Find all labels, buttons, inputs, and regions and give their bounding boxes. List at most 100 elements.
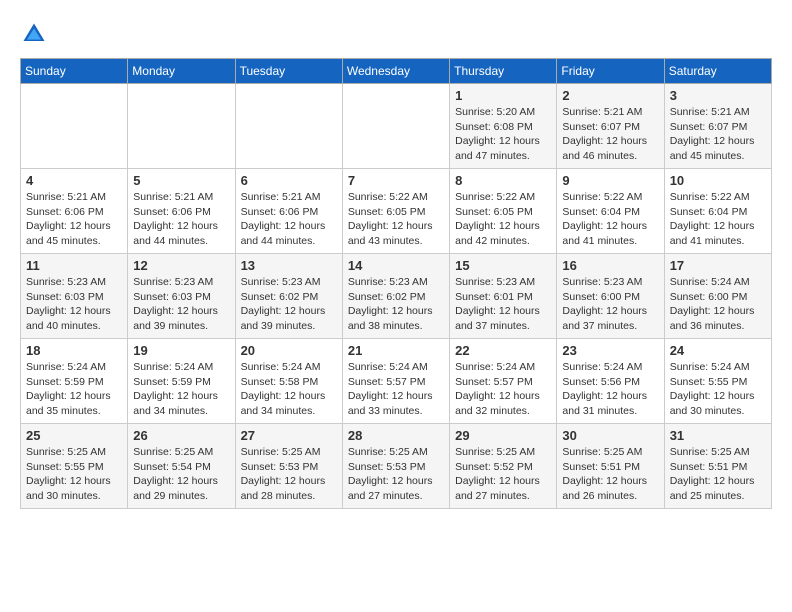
page-header bbox=[20, 20, 772, 48]
day-number: 8 bbox=[455, 173, 551, 188]
calendar-cell: 12 Sunrise: 5:23 AMSunset: 6:03 PMDayligh… bbox=[128, 254, 235, 339]
day-number: 11 bbox=[26, 258, 122, 273]
day-info: Sunrise: 5:23 AMSunset: 6:02 PMDaylight:… bbox=[348, 275, 444, 334]
day-info: Sunrise: 5:21 AMSunset: 6:06 PMDaylight:… bbox=[26, 190, 122, 249]
day-info: Sunrise: 5:25 AMSunset: 5:53 PMDaylight:… bbox=[348, 445, 444, 504]
calendar-cell: 18Sunrise: 5:24 AMSunset: 5:59 PMDayligh… bbox=[21, 339, 128, 424]
calendar-cell: 19 Sunrise: 5:24 AMSunset: 5:59 PMDayligh… bbox=[128, 339, 235, 424]
calendar-cell: 24 Sunrise: 5:24 AMSunset: 5:55 PMDayligh… bbox=[664, 339, 771, 424]
calendar-cell: 9 Sunrise: 5:22 AMSunset: 6:04 PMDaylight… bbox=[557, 169, 664, 254]
day-info: Sunrise: 5:21 AMSunset: 6:06 PMDaylight:… bbox=[241, 190, 337, 249]
day-number: 28 bbox=[348, 428, 444, 443]
day-number: 7 bbox=[348, 173, 444, 188]
day-number: 1 bbox=[455, 88, 551, 103]
calendar-cell: 7 Sunrise: 5:22 AMSunset: 6:05 PMDaylight… bbox=[342, 169, 449, 254]
day-number: 4 bbox=[26, 173, 122, 188]
calendar-cell: 1 Sunrise: 5:20 AMSunset: 6:08 PMDaylight… bbox=[450, 84, 557, 169]
day-info: Sunrise: 5:23 AMSunset: 6:01 PMDaylight:… bbox=[455, 275, 551, 334]
day-number: 13 bbox=[241, 258, 337, 273]
weekday-header-tuesday: Tuesday bbox=[235, 59, 342, 84]
calendar-cell: 4 Sunrise: 5:21 AMSunset: 6:06 PMDaylight… bbox=[21, 169, 128, 254]
day-info: Sunrise: 5:24 AMSunset: 5:56 PMDaylight:… bbox=[562, 360, 658, 419]
calendar-table: SundayMondayTuesdayWednesdayThursdayFrid… bbox=[20, 58, 772, 509]
day-number: 18 bbox=[26, 343, 122, 358]
calendar-week-row: 1 Sunrise: 5:20 AMSunset: 6:08 PMDaylight… bbox=[21, 84, 772, 169]
day-number: 9 bbox=[562, 173, 658, 188]
day-number: 10 bbox=[670, 173, 766, 188]
day-number: 24 bbox=[670, 343, 766, 358]
day-number: 20 bbox=[241, 343, 337, 358]
day-number: 17 bbox=[670, 258, 766, 273]
day-info: Sunrise: 5:22 AMSunset: 6:04 PMDaylight:… bbox=[562, 190, 658, 249]
calendar-week-row: 11 Sunrise: 5:23 AMSunset: 6:03 PMDayligh… bbox=[21, 254, 772, 339]
calendar-cell: 23 Sunrise: 5:24 AMSunset: 5:56 PMDayligh… bbox=[557, 339, 664, 424]
day-info: Sunrise: 5:24 AMSunset: 5:55 PMDaylight:… bbox=[670, 360, 766, 419]
day-number: 6 bbox=[241, 173, 337, 188]
day-info: Sunrise: 5:24 AMSunset: 5:59 PMDaylight:… bbox=[133, 360, 229, 419]
calendar-cell: 21Sunrise: 5:24 AMSunset: 5:57 PMDayligh… bbox=[342, 339, 449, 424]
day-number: 27 bbox=[241, 428, 337, 443]
day-number: 31 bbox=[670, 428, 766, 443]
day-info: Sunrise: 5:25 AMSunset: 5:53 PMDaylight:… bbox=[241, 445, 337, 504]
calendar-cell: 31 Sunrise: 5:25 AMSunset: 5:51 PMDayligh… bbox=[664, 424, 771, 509]
day-number: 5 bbox=[133, 173, 229, 188]
calendar-cell bbox=[21, 84, 128, 169]
weekday-header-wednesday: Wednesday bbox=[342, 59, 449, 84]
day-number: 16 bbox=[562, 258, 658, 273]
day-info: Sunrise: 5:21 AMSunset: 6:07 PMDaylight:… bbox=[562, 105, 658, 164]
day-info: Sunrise: 5:25 AMSunset: 5:52 PMDaylight:… bbox=[455, 445, 551, 504]
calendar-cell bbox=[235, 84, 342, 169]
calendar-cell: 15 Sunrise: 5:23 AMSunset: 6:01 PMDayligh… bbox=[450, 254, 557, 339]
calendar-cell: 10 Sunrise: 5:22 AMSunset: 6:04 PMDayligh… bbox=[664, 169, 771, 254]
calendar-cell: 22 Sunrise: 5:24 AMSunset: 5:57 PMDayligh… bbox=[450, 339, 557, 424]
day-number: 26 bbox=[133, 428, 229, 443]
day-info: Sunrise: 5:24 AMSunset: 5:57 PMDaylight:… bbox=[455, 360, 551, 419]
calendar-header-row: SundayMondayTuesdayWednesdayThursdayFrid… bbox=[21, 59, 772, 84]
weekday-header-friday: Friday bbox=[557, 59, 664, 84]
calendar-cell: 5 Sunrise: 5:21 AMSunset: 6:06 PMDaylight… bbox=[128, 169, 235, 254]
calendar-cell: 26 Sunrise: 5:25 AMSunset: 5:54 PMDayligh… bbox=[128, 424, 235, 509]
calendar-cell: 16 Sunrise: 5:23 AMSunset: 6:00 PMDayligh… bbox=[557, 254, 664, 339]
calendar-cell: 8 Sunrise: 5:22 AMSunset: 6:05 PMDaylight… bbox=[450, 169, 557, 254]
day-info: Sunrise: 5:25 AMSunset: 5:54 PMDaylight:… bbox=[133, 445, 229, 504]
day-info: Sunrise: 5:24 AMSunset: 6:00 PMDaylight:… bbox=[670, 275, 766, 334]
calendar-cell: 30 Sunrise: 5:25 AMSunset: 5:51 PMDayligh… bbox=[557, 424, 664, 509]
calendar-cell: 3 Sunrise: 5:21 AMSunset: 6:07 PMDaylight… bbox=[664, 84, 771, 169]
calendar-cell bbox=[342, 84, 449, 169]
day-info: Sunrise: 5:25 AMSunset: 5:51 PMDaylight:… bbox=[562, 445, 658, 504]
day-number: 30 bbox=[562, 428, 658, 443]
day-number: 23 bbox=[562, 343, 658, 358]
day-info: Sunrise: 5:24 AMSunset: 5:58 PMDaylight:… bbox=[241, 360, 337, 419]
calendar-cell: 13 Sunrise: 5:23 AMSunset: 6:02 PMDayligh… bbox=[235, 254, 342, 339]
calendar-cell: 25Sunrise: 5:25 AMSunset: 5:55 PMDayligh… bbox=[21, 424, 128, 509]
calendar-week-row: 4 Sunrise: 5:21 AMSunset: 6:06 PMDaylight… bbox=[21, 169, 772, 254]
day-number: 3 bbox=[670, 88, 766, 103]
day-number: 12 bbox=[133, 258, 229, 273]
calendar-week-row: 25Sunrise: 5:25 AMSunset: 5:55 PMDayligh… bbox=[21, 424, 772, 509]
day-info: Sunrise: 5:24 AMSunset: 5:57 PMDaylight:… bbox=[348, 360, 444, 419]
day-number: 22 bbox=[455, 343, 551, 358]
day-info: Sunrise: 5:20 AMSunset: 6:08 PMDaylight:… bbox=[455, 105, 551, 164]
weekday-header-monday: Monday bbox=[128, 59, 235, 84]
weekday-header-saturday: Saturday bbox=[664, 59, 771, 84]
day-info: Sunrise: 5:21 AMSunset: 6:07 PMDaylight:… bbox=[670, 105, 766, 164]
day-info: Sunrise: 5:22 AMSunset: 6:05 PMDaylight:… bbox=[348, 190, 444, 249]
day-info: Sunrise: 5:22 AMSunset: 6:05 PMDaylight:… bbox=[455, 190, 551, 249]
day-info: Sunrise: 5:23 AMSunset: 6:00 PMDaylight:… bbox=[562, 275, 658, 334]
calendar-cell: 20 Sunrise: 5:24 AMSunset: 5:58 PMDayligh… bbox=[235, 339, 342, 424]
day-info: Sunrise: 5:25 AMSunset: 5:55 PMDaylight:… bbox=[26, 445, 122, 504]
day-number: 2 bbox=[562, 88, 658, 103]
day-number: 15 bbox=[455, 258, 551, 273]
day-number: 19 bbox=[133, 343, 229, 358]
day-info: Sunrise: 5:22 AMSunset: 6:04 PMDaylight:… bbox=[670, 190, 766, 249]
day-info: Sunrise: 5:25 AMSunset: 5:51 PMDaylight:… bbox=[670, 445, 766, 504]
day-number: 29 bbox=[455, 428, 551, 443]
calendar-cell: 2 Sunrise: 5:21 AMSunset: 6:07 PMDaylight… bbox=[557, 84, 664, 169]
day-number: 14 bbox=[348, 258, 444, 273]
logo-icon bbox=[20, 20, 48, 48]
day-info: Sunrise: 5:21 AMSunset: 6:06 PMDaylight:… bbox=[133, 190, 229, 249]
day-info: Sunrise: 5:23 AMSunset: 6:02 PMDaylight:… bbox=[241, 275, 337, 334]
day-info: Sunrise: 5:23 AMSunset: 6:03 PMDaylight:… bbox=[133, 275, 229, 334]
calendar-cell bbox=[128, 84, 235, 169]
weekday-header-thursday: Thursday bbox=[450, 59, 557, 84]
